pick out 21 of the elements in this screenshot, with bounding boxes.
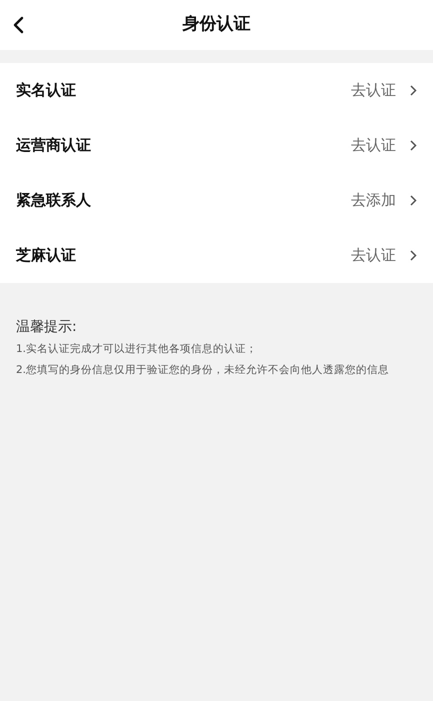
item-label: 紧急联系人 — [16, 190, 92, 212]
chevron-icon — [410, 140, 417, 151]
item-label: 芝麻认证 — [16, 245, 77, 266]
tip-text: 1.实名认证完成才可以进行其他各项信息的认证； — [16, 342, 258, 357]
page-title: 身份认证 — [182, 13, 250, 36]
back-icon — [12, 16, 24, 34]
tip-text: 2.您填写的身份信息仅用于验证您的身份，未经允许不会向他人透露您的信息 — [16, 363, 390, 378]
list-item[interactable]: 运营商认证 去认证 — [0, 118, 433, 173]
item-label: 运营商认证 — [16, 135, 92, 156]
item-action: 去认证 — [351, 245, 396, 266]
list-item[interactable]: 实名认证 去认证 — [0, 63, 433, 118]
chevron-icon — [410, 85, 417, 96]
chevron-icon — [410, 195, 417, 206]
item-action: 去认证 — [351, 135, 396, 156]
chevron-icon — [410, 250, 417, 261]
list-item[interactable]: 紧急联系人 去添加 — [0, 173, 433, 228]
item-action: 去添加 — [351, 190, 396, 212]
item-action: 去认证 — [351, 80, 396, 102]
tips-heading: 温馨提示: — [16, 318, 78, 337]
item-label: 实名认证 — [16, 80, 77, 102]
list-item[interactable]: 芝麻认证 去认证 — [0, 228, 433, 283]
